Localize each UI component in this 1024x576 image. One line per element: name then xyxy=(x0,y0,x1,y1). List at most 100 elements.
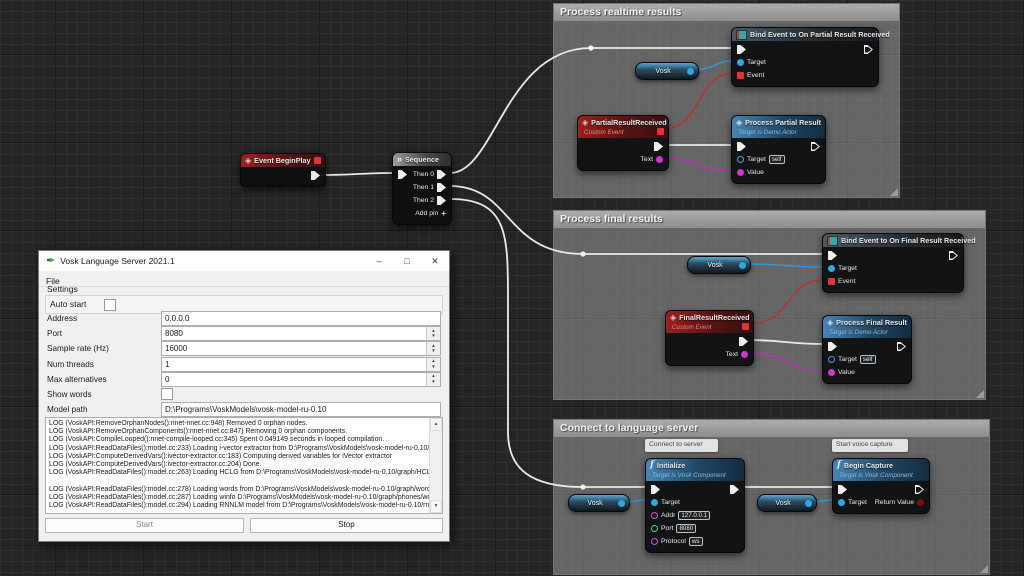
wire-final-delegate[interactable] xyxy=(748,279,823,325)
wire-then2-initialize[interactable] xyxy=(449,198,646,488)
maximize-button[interactable]: □ xyxy=(393,251,421,271)
port-pin[interactable] xyxy=(651,525,658,532)
target-pin[interactable] xyxy=(828,356,835,363)
event-pin[interactable] xyxy=(828,278,835,285)
then-0-pin[interactable] xyxy=(437,170,446,179)
wire-beginplay-sequence[interactable] xyxy=(319,172,393,176)
exec-pin[interactable] xyxy=(739,337,748,346)
node-initialize[interactable]: f Initialize Target is Vosk Component Targe… xyxy=(645,458,745,553)
then-2-pin[interactable] xyxy=(437,196,446,205)
exec-pin[interactable] xyxy=(730,485,739,494)
return-value-pin[interactable] xyxy=(917,499,924,506)
wire-partial-text-value[interactable] xyxy=(661,157,732,172)
node-process-final-result[interactable]: ◈ Process Final Result Target is Demo Acto… xyxy=(822,315,912,384)
spinner-control[interactable]: ▲ ▼ xyxy=(426,357,440,371)
node-process-partial-result[interactable]: ◈ Process Partial Result Target is Demo Ac… xyxy=(731,115,826,184)
text-pin[interactable] xyxy=(741,351,748,358)
stop-button[interactable]: Stop xyxy=(250,518,443,533)
bubble-connect-to-server[interactable]: Connect to server xyxy=(645,439,718,452)
sample-rate-hz-input[interactable]: 16000 ▲ ▼ xyxy=(161,341,441,357)
window-titlebar[interactable]: ✒ Vosk Language Server 2021.1 – □ ✕ xyxy=(39,251,449,272)
exec-pin[interactable] xyxy=(949,251,958,260)
delegate-pin[interactable] xyxy=(657,128,664,135)
wire-partial-delegate[interactable] xyxy=(662,73,732,130)
exec-pin[interactable] xyxy=(654,142,663,151)
spinner-control[interactable]: ▲ ▼ xyxy=(426,327,440,341)
protocol-value-box[interactable]: ws xyxy=(688,536,703,547)
num-threads-input[interactable]: 1 ▲ ▼ xyxy=(161,356,441,372)
target-value-box[interactable]: self xyxy=(859,354,876,365)
object-output-pin[interactable] xyxy=(687,67,694,75)
node-event-final-result-received[interactable]: ◈ FinalResultReceived Custom Event Text xyxy=(665,310,754,366)
target-value-box[interactable]: self xyxy=(768,154,785,165)
text-pin[interactable] xyxy=(656,156,663,163)
exec-pin[interactable] xyxy=(737,45,746,54)
addr-pin[interactable] xyxy=(651,512,658,519)
wire-reroute-dot-0[interactable] xyxy=(588,45,594,51)
wire-reroute-dot-1[interactable] xyxy=(580,251,586,257)
value-pin[interactable] xyxy=(828,369,835,376)
exec-pin[interactable] xyxy=(915,485,924,494)
target-pin[interactable] xyxy=(651,499,658,506)
show-words-checkbox[interactable] xyxy=(161,388,173,400)
value-pin[interactable] xyxy=(737,169,744,176)
exec-pin[interactable] xyxy=(828,342,837,351)
target-pin[interactable] xyxy=(737,59,744,66)
wire-final-text-value[interactable] xyxy=(748,352,823,372)
variable-vosk-var-4[interactable]: Vosk xyxy=(757,494,817,512)
wire-final-exec[interactable] xyxy=(747,339,823,345)
minimize-button[interactable]: – xyxy=(365,251,393,271)
exec-pin[interactable] xyxy=(897,342,906,351)
address-input[interactable]: 0.0.0.0 xyxy=(161,311,441,326)
vosk-server-window[interactable]: ✒ Vosk Language Server 2021.1 – □ ✕ File… xyxy=(38,250,450,542)
max-alternatives-input[interactable]: 0 ▲ ▼ xyxy=(161,371,441,387)
event-pin[interactable] xyxy=(737,72,744,79)
node-event-beginplay[interactable]: ◈ Event BeginPlay xyxy=(240,153,326,187)
scroll-up-icon[interactable]: ▲ xyxy=(430,418,442,431)
spinner-control[interactable]: ▲ ▼ xyxy=(426,342,440,356)
log-scrollbar[interactable]: ▲ ▼ xyxy=(429,418,442,513)
exec-pin[interactable] xyxy=(398,170,407,179)
delegate-pin[interactable] xyxy=(314,157,321,164)
target-pin[interactable] xyxy=(838,499,845,506)
port-value-box[interactable]: 8080 xyxy=(676,523,697,534)
exec-pin[interactable] xyxy=(838,485,847,494)
addr-value-box[interactable]: 127.0.0.1 xyxy=(678,510,711,521)
object-output-pin[interactable] xyxy=(739,261,746,269)
scroll-down-icon[interactable]: ▼ xyxy=(430,500,442,513)
variable-vosk-var-3[interactable]: Vosk xyxy=(568,494,630,512)
bubble-start-voice-capture[interactable]: Start voice capture xyxy=(832,439,908,452)
node-sequence[interactable]: » Sequence Then 0 Then 1 Then 2 Add pin + xyxy=(392,152,452,225)
delegate-pin[interactable] xyxy=(742,323,749,330)
exec-pin[interactable] xyxy=(811,142,820,151)
node-event-partial-result-received[interactable]: ◈ PartialResultReceived Custom Event Text xyxy=(577,115,669,171)
exec-pin[interactable] xyxy=(311,171,320,180)
exec-pin[interactable] xyxy=(828,251,837,260)
exec-pin[interactable] xyxy=(864,45,873,54)
node-bind-event-final[interactable]: Bind Event to On Final Result Received Ta… xyxy=(822,233,976,293)
close-button[interactable]: ✕ xyxy=(421,251,449,271)
protocol-pin[interactable] xyxy=(651,538,658,545)
wire-reroute-dot-2[interactable] xyxy=(580,484,586,490)
target-pin[interactable] xyxy=(828,265,835,272)
start-button[interactable]: Start xyxy=(45,518,244,533)
node-begin-capture[interactable]: f Begin Capture Target is Vosk Component Ta… xyxy=(832,458,930,514)
variable-vosk-var-2[interactable]: Vosk xyxy=(687,256,751,274)
object-output-pin[interactable] xyxy=(805,499,812,507)
exec-pin[interactable] xyxy=(737,142,746,151)
port-input[interactable]: 8080 ▲ ▼ xyxy=(161,326,441,342)
exec-pin[interactable] xyxy=(651,485,660,494)
object-output-pin[interactable] xyxy=(618,499,625,507)
wire-vosk2-target[interactable] xyxy=(744,263,823,268)
blueprint-canvas[interactable]: Process realtime results Process final re… xyxy=(0,0,1024,576)
target-pin[interactable] xyxy=(737,156,744,163)
node-bind-event-partial[interactable]: Bind Event to On Partial Result Received… xyxy=(731,27,890,87)
auto-start-checkbox[interactable] xyxy=(104,299,116,311)
variable-vosk-var-1[interactable]: Vosk xyxy=(635,62,699,80)
model-path-input[interactable]: D:\Programs\VoskModels\vosk-model-ru-0.1… xyxy=(161,402,441,418)
add-pin-pin[interactable]: + xyxy=(441,209,446,218)
spinner-control[interactable]: ▲ ▼ xyxy=(426,372,440,386)
then-1-pin[interactable] xyxy=(437,183,446,192)
node-title: Event BeginPlay xyxy=(254,156,311,165)
log-output[interactable]: LOG (VoskAPI:RemoveOrphanNodes():nnet-nn… xyxy=(45,417,443,514)
